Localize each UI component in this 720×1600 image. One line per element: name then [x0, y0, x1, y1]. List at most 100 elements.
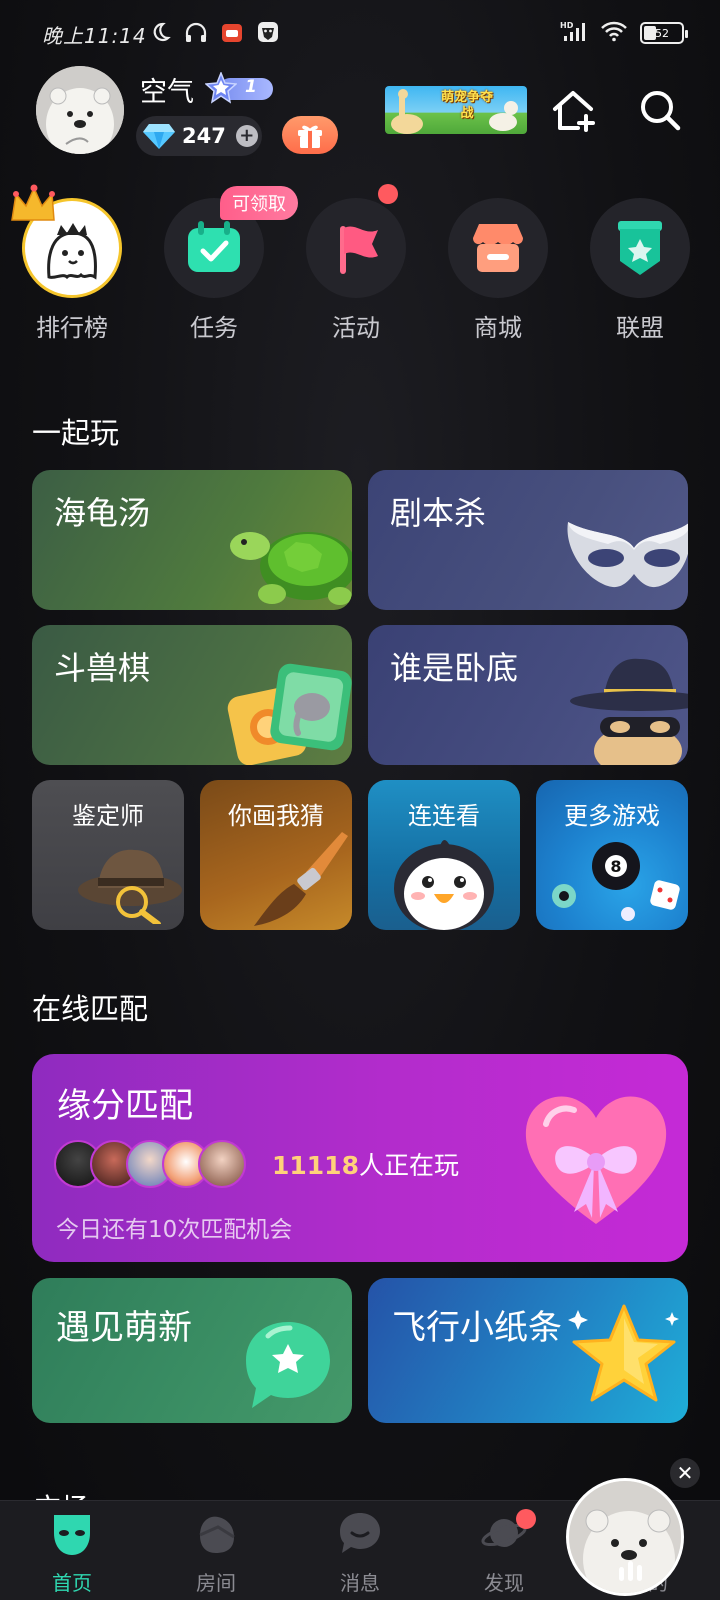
flag-icon [306, 198, 406, 298]
room-icon [199, 1516, 235, 1553]
wifi-icon [600, 20, 628, 46]
store-icon [448, 198, 548, 298]
chat-star-icon [246, 1322, 330, 1408]
headphones-icon [184, 20, 208, 44]
game-title: 谁是卧底 [390, 649, 519, 687]
create-room-button[interactable] [548, 86, 598, 136]
game-title: 你画我猜 [228, 802, 324, 830]
nav-tab-rooms[interactable]: 房间 [144, 1501, 288, 1600]
nav-label: 消息 [340, 1571, 380, 1595]
feature-card-flying-notes[interactable]: 飞行小纸条 [368, 1278, 688, 1423]
status-bar: 晚上11:14 HD 52 [0, 0, 720, 68]
penguin-icon [394, 840, 494, 930]
add-diamonds-icon[interactable]: + [235, 125, 258, 147]
game-objects-icon: 8 [552, 842, 680, 921]
level-badge[interactable]: 1 [205, 72, 273, 104]
gift-icon [298, 125, 322, 148]
mask-icon [54, 1515, 90, 1555]
message-icon [340, 1513, 380, 1553]
nav-tab-discover[interactable]: 发现 [432, 1501, 576, 1600]
user-avatar[interactable] [36, 66, 124, 154]
shield-star-icon [590, 198, 690, 298]
battery-icon: 52 [640, 22, 688, 44]
quick-action-label: 任务 [190, 314, 238, 342]
svg-text:HD: HD [560, 21, 574, 30]
search-button[interactable] [636, 86, 684, 134]
game-title: 连连看 [408, 802, 480, 830]
diamond-balance[interactable]: 247 + [136, 116, 262, 156]
status-time: 晚上11:14 [42, 24, 147, 48]
section-title-play-together: 一起玩 [32, 416, 120, 450]
game-card-link-match[interactable]: 连连看 [368, 780, 520, 930]
game-card-more-games[interactable]: 更多游戏 8 [536, 780, 688, 930]
game-title: 鉴定师 [72, 802, 144, 830]
search-icon [641, 91, 681, 131]
match-title: 缘分匹配 [57, 1086, 193, 1126]
detective-hat-icon [78, 849, 182, 924]
player-count-suffix: 人正在玩 [358, 1151, 459, 1180]
notification-dot [378, 184, 398, 204]
nav-tab-messages[interactable]: 消息 [288, 1501, 432, 1600]
nav-label: 发现 [484, 1571, 524, 1595]
game-card-undercover[interactable]: 谁是卧底 [368, 625, 688, 765]
level-number: 1 [245, 77, 257, 97]
floating-voice-widget[interactable] [566, 1478, 684, 1596]
game-card-murder-mystery[interactable]: 剧本杀 [368, 470, 688, 610]
player-count-number: 11118 [272, 1151, 359, 1180]
quick-action-events[interactable]: 活动 [300, 184, 410, 348]
game-card-appraiser[interactable]: 鉴定师 [32, 780, 184, 930]
game-title: 更多游戏 [564, 802, 660, 830]
turtle-icon [230, 532, 352, 605]
quick-action-label: 联盟 [616, 314, 664, 342]
quick-action-tasks[interactable]: 任务 [158, 198, 268, 348]
nav-tab-home[interactable]: 首页 [0, 1501, 144, 1600]
feature-title: 遇见萌新 [56, 1308, 192, 1348]
heart-bow-icon [525, 1096, 667, 1224]
mask-icon [567, 522, 688, 587]
game-title: 海龟汤 [54, 494, 151, 532]
star-icon [568, 1304, 679, 1402]
event-banner[interactable]: 萌宠争夺战 [385, 86, 527, 134]
players-online-count: 11118人正在玩 [272, 1146, 459, 1182]
player-avatars [54, 1140, 254, 1190]
quick-action-alliance[interactable]: 联盟 [584, 198, 694, 348]
status-system-icons: HD 52 [560, 20, 688, 46]
crown-icon [11, 184, 55, 221]
quick-action-store[interactable]: 商城 [442, 198, 552, 348]
level-star-icon [205, 72, 237, 104]
section-title-online-match: 在线匹配 [32, 992, 149, 1026]
app-notification-icon [220, 20, 244, 44]
game-card-turtle-soup[interactable]: 海龟汤 [32, 470, 352, 610]
fate-match-card[interactable]: 缘分匹配 11118人正在玩 今日还有10次匹配机会 [32, 1054, 688, 1262]
game-title: 斗兽棋 [54, 649, 151, 687]
feature-title: 飞行小纸条 [392, 1308, 562, 1348]
notification-dot [516, 1509, 536, 1529]
moon-icon [148, 20, 172, 44]
game-title: 剧本杀 [390, 494, 487, 532]
nav-label: 首页 [52, 1571, 92, 1595]
status-notification-icons [148, 20, 280, 44]
paintbrush-icon [254, 832, 348, 926]
close-floating-widget-button[interactable]: ✕ [670, 1458, 700, 1488]
game-card-animal-chess[interactable]: 斗兽棋 [32, 625, 352, 765]
nav-label: 房间 [196, 1571, 236, 1595]
svg-text:8: 8 [610, 857, 621, 876]
quick-action-label: 排行榜 [36, 314, 108, 342]
match-chances-text: 今日还有10次匹配机会 [56, 1217, 293, 1243]
gift-button[interactable] [282, 116, 338, 154]
avatar [198, 1140, 246, 1188]
mask-app-icon [256, 20, 280, 44]
quick-action-label: 活动 [332, 314, 380, 342]
home-plus-icon [553, 91, 595, 132]
animal-tiles-icon [227, 663, 352, 765]
banner-text: 萌宠争夺战 [440, 90, 493, 121]
quick-action-leaderboard[interactable]: 排行榜 [11, 184, 126, 348]
game-card-draw-guess[interactable]: 你画我猜 [200, 780, 352, 930]
quick-action-label: 商城 [474, 314, 522, 342]
diamond-icon [143, 124, 175, 149]
feature-card-meet-newbies[interactable]: 遇见萌新 [32, 1278, 352, 1423]
diamond-count: 247 [182, 124, 226, 148]
spy-hat-icon [570, 658, 688, 765]
claimable-badge: 可领取 [220, 186, 298, 220]
signal-icon: HD [560, 20, 588, 46]
